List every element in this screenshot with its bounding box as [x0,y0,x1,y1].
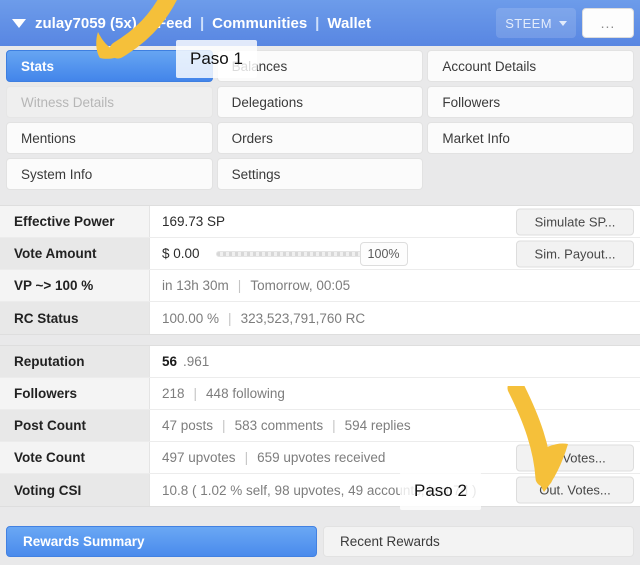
comments-count: 583 comments [234,418,324,433]
section-spacer-middle [0,335,640,345]
row-value: 56 .961 [150,346,640,377]
vote-weight-slider[interactable]: 100% [215,241,408,266]
row-value: 47 posts | 583 comments | 594 replies [150,410,640,441]
stats-panel-primary: Effective Power 169.73 SP Simulate SP...… [0,205,640,335]
value-separator: | [228,310,232,326]
table-row-rc-status: RC Status 100.00 % | 323,523,791,760 RC [0,302,640,334]
row-label: Effective Power [0,206,150,237]
caret-down-icon [559,20,567,26]
row-label: RC Status [0,302,150,334]
value-separator: | [244,450,249,465]
outgoing-votes-button[interactable]: Out. Votes... [516,476,634,504]
row-value: 100.00 % | 323,523,791,760 RC [150,302,640,334]
tab-followers[interactable]: Followers [427,86,634,118]
effective-power-value: 169.73 SP [162,214,226,229]
app-root: zulay7059 (5x) | Feed | Communities | Wa… [0,0,640,565]
annotation-label-step1: Paso 1 [176,40,257,78]
section-tab-grid: Stats Balances Account Details Witness D… [0,46,640,195]
row-label: Voting CSI [0,474,150,506]
top-navbar: zulay7059 (5x) | Feed | Communities | Wa… [0,0,640,46]
table-row-vote-amount: Vote Amount $ 0.00 100% Sim. Payout... [0,238,640,270]
nav-link-communities[interactable]: Communities [212,15,307,32]
more-menu-button[interactable]: ... [582,8,634,38]
tab-mentions[interactable]: Mentions [6,122,213,154]
row-label: Reputation [0,346,150,377]
token-selector[interactable]: STEEM [496,8,576,38]
vp-time-remaining: in 13h 30m [162,278,229,293]
table-row-effective-power: Effective Power 169.73 SP Simulate SP... [0,206,640,238]
row-value: 218 | 448 following [150,378,640,409]
row-label: Followers [0,378,150,409]
nav-username[interactable]: zulay7059 (5x) [35,15,137,32]
value-separator: | [222,418,226,433]
tab-witness-details: Witness Details [6,86,213,118]
tab-delegations[interactable]: Delegations [216,86,424,118]
table-row-voting-csi: Voting CSI 10.8 ( 1.02 % self, 98 upvote… [0,474,640,506]
rc-absolute: 323,523,791,760 RC [240,310,366,326]
rc-percent: 100.00 % [162,310,220,326]
bottom-tab-recent-rewards[interactable]: Recent Rewards [323,526,634,557]
tab-placeholder [427,158,634,190]
annotation-label-step2: Paso 2 [400,472,481,510]
vp-full-at: Tomorrow, 00:05 [250,278,351,293]
sim-payout-button[interactable]: Sim. Payout... [516,240,634,267]
following-count: 448 following [206,386,285,401]
slider-track[interactable] [215,250,366,257]
incoming-votes-button[interactable]: In. Votes... [516,444,634,471]
row-value: in 13h 30m | Tomorrow, 00:05 [150,270,640,301]
stats-panel-secondary: Reputation 56 .961 Followers 218 | 448 fo… [0,345,640,507]
simulate-sp-button[interactable]: Simulate SP... [516,208,634,235]
nav-separator-2: | [199,14,205,32]
tab-market-info[interactable]: Market Info [427,122,634,154]
replies-count: 594 replies [344,418,411,433]
value-separator-2: | [332,418,336,433]
row-label: Vote Amount [0,238,150,269]
table-row-vote-count: Vote Count 497 upvotes | 659 upvotes rec… [0,442,640,474]
upvotes-given: 497 upvotes [162,450,236,465]
table-row-followers: Followers 218 | 448 following [0,378,640,410]
vote-amount-value: $ 0.00 [162,246,200,261]
value-separator: | [193,386,198,401]
nav-link-feed[interactable]: Feed [157,15,192,32]
table-row-reputation: Reputation 56 .961 [0,346,640,378]
table-row-post-count: Post Count 47 posts | 583 comments | 594… [0,410,640,442]
row-label: Post Count [0,410,150,441]
tab-account-details[interactable]: Account Details [427,50,634,82]
slider-percent-label: 100% [359,241,408,266]
posts-count: 47 posts [162,418,214,433]
tab-orders[interactable]: Orders [216,122,424,154]
reputation-decimal: .961 [183,354,210,369]
token-selector-label: STEEM [505,15,552,31]
tab-settings[interactable]: Settings [216,158,424,190]
table-row-vp: VP ~> 100 % in 13h 30m | Tomorrow, 00:05 [0,270,640,302]
upvotes-received: 659 upvotes received [257,450,386,465]
followers-count: 218 [162,386,185,401]
row-label: VP ~> 100 % [0,270,150,301]
chevron-down-icon[interactable] [12,18,26,28]
nav-separator-3: | [315,14,320,32]
bottom-tab-bar: Rewards Summary Recent Rewards [0,520,640,565]
row-label: Vote Count [0,442,150,473]
nav-link-wallet[interactable]: Wallet [327,15,371,32]
reputation-integer: 56 [162,354,178,369]
bottom-tab-rewards-summary[interactable]: Rewards Summary [6,526,317,557]
nav-separator-1: | [144,14,149,32]
value-separator: | [237,278,242,293]
section-spacer-top [0,195,640,205]
tab-system-info[interactable]: System Info [6,158,213,190]
